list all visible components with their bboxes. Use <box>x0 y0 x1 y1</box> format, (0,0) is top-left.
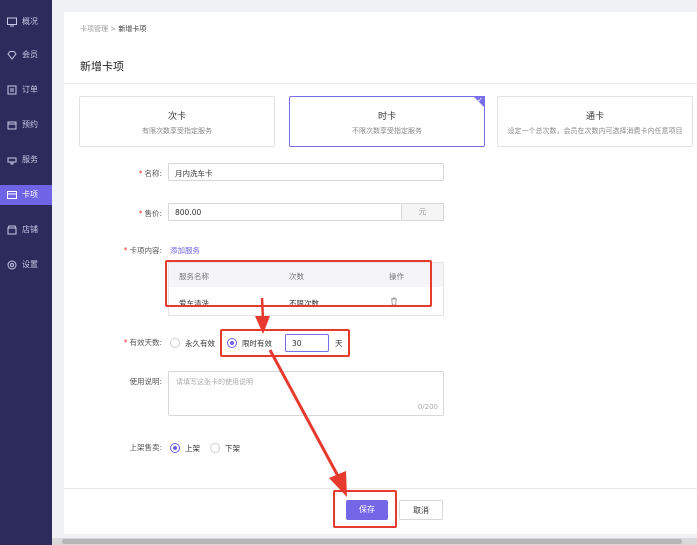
breadcrumb-separator: > <box>110 25 117 33</box>
char-counter: 0/200 <box>417 403 438 411</box>
usage-label: 使用说明: <box>129 377 162 386</box>
days-unit: 天 <box>335 339 343 348</box>
footer-divider <box>64 488 697 489</box>
trash-icon[interactable] <box>390 297 398 306</box>
card-icon <box>7 191 17 199</box>
radio-shelf-off-label: 下架 <box>225 444 240 453</box>
sidebar-item-label: 订单 <box>22 85 38 94</box>
calendar-icon <box>7 121 17 130</box>
sidebar-item-services[interactable]: 服务 <box>0 150 52 170</box>
name-input[interactable]: 月内洗车卡 <box>168 163 444 181</box>
price-input[interactable]: 800.00 <box>168 203 402 221</box>
radio-shelf-on-label: 上架 <box>185 444 200 453</box>
required-mark: * <box>138 209 143 218</box>
sidebar-item-label: 店铺 <box>22 225 38 234</box>
app-root: 概况 会员 订单 预约 服务 卡项 店铺 设置 卡项管理 > 新增卡项 新增卡项… <box>0 0 697 545</box>
check-icon: ✓ <box>477 96 483 104</box>
radio-shelf-off[interactable] <box>210 443 220 453</box>
column-header: 操作 <box>389 272 404 281</box>
required-mark: * <box>123 338 128 347</box>
card-type-general[interactable]: 通卡 设定一个总次数，会员在次数内可选择消费卡内任意项目 <box>497 96 693 147</box>
usage-textarea[interactable]: 请填写这张卡的使用说明 0/200 <box>168 371 444 416</box>
add-service-link[interactable]: 添加服务 <box>170 245 200 256</box>
sidebar-item-settings[interactable]: 设置 <box>0 255 52 275</box>
card-type-desc: 不限次数享受指定服务 <box>352 127 422 135</box>
sidebar-item-label: 预约 <box>22 120 38 129</box>
breadcrumb-current: 新增卡项 <box>118 25 147 33</box>
sidebar-item-members[interactable]: 会员 <box>0 45 52 65</box>
radio-limited[interactable] <box>227 338 237 348</box>
card-type-time[interactable]: ✓ 时卡 不限次数享受指定服务 <box>289 96 485 147</box>
scrollbar-thumb[interactable] <box>62 539 682 544</box>
settings-icon <box>7 260 17 270</box>
price-label: * 售价: <box>138 209 162 218</box>
radio-limited-label: 限时有效 <box>242 339 272 348</box>
table-cell-count: 不限次数 <box>289 299 319 308</box>
breadcrumb: 卡项管理 > 新增卡项 <box>80 24 146 34</box>
name-label: * 名称: <box>138 169 162 178</box>
sidebar-item-label: 服务 <box>22 155 38 164</box>
card-type-title: 时卡 <box>377 112 396 122</box>
sidebar-item-label: 设置 <box>22 260 38 269</box>
price-unit: 元 <box>402 203 444 221</box>
card-type-title: 通卡 <box>585 112 604 122</box>
save-button[interactable]: 保存 <box>346 500 388 520</box>
sidebar-item-orders[interactable]: 订单 <box>0 80 52 100</box>
sidebar-item-shop[interactable]: 店铺 <box>0 220 52 240</box>
sidebar-item-overview[interactable]: 概况 <box>0 12 52 32</box>
required-mark: * <box>138 169 143 178</box>
shop-icon <box>7 225 17 235</box>
required-mark: * <box>123 246 128 255</box>
sidebar-item-label: 会员 <box>22 50 38 59</box>
cancel-button[interactable]: 取消 <box>399 500 443 520</box>
days-input[interactable]: 30 <box>285 334 329 352</box>
card-type-title: 次卡 <box>167 112 186 122</box>
table-cell-service: 爱车清洗 <box>179 299 209 308</box>
radio-forever-label: 永久有效 <box>185 339 215 348</box>
column-header: 服务名称 <box>179 272 209 281</box>
sidebar-item-cards[interactable]: 卡项 <box>0 185 52 205</box>
sidebar-item-label: 卡项 <box>22 190 38 199</box>
sidebar: 概况 会员 订单 预约 服务 卡项 店铺 设置 <box>0 0 52 545</box>
radio-forever[interactable] <box>170 338 180 348</box>
service-table: 服务名称 次数 操作 爱车清洗 不限次数 <box>168 262 444 316</box>
list-icon <box>7 85 17 95</box>
shelf-label: 上架售卖: <box>129 443 162 452</box>
horizontal-scrollbar[interactable] <box>52 538 697 545</box>
main-panel: 卡项管理 > 新增卡项 新增卡项 次卡 有限次数享受指定服务 ✓ 时卡 不限次数… <box>64 12 697 534</box>
radio-shelf-on[interactable] <box>170 443 180 453</box>
card-type-desc: 设定一个总次数，会员在次数内可选择消费卡内任意项目 <box>507 127 683 135</box>
column-header: 次数 <box>289 272 304 281</box>
card-type-count[interactable]: 次卡 有限次数享受指定服务 <box>79 96 275 147</box>
validity-label: * 有效天数: <box>123 338 162 347</box>
sidebar-item-label: 概况 <box>22 17 38 26</box>
service-icon <box>7 157 17 165</box>
page-title: 新增卡项 <box>80 60 124 73</box>
breadcrumb-parent[interactable]: 卡项管理 <box>80 25 108 33</box>
monitor-icon <box>7 17 17 27</box>
card-type-desc: 有限次数享受指定服务 <box>142 127 212 135</box>
content-label: * 卡项内容: <box>123 246 162 255</box>
usage-placeholder: 请填写这张卡的使用说明 <box>176 378 253 386</box>
diamond-icon <box>7 51 17 60</box>
divider <box>64 83 697 84</box>
sidebar-item-appointments[interactable]: 预约 <box>0 115 52 135</box>
